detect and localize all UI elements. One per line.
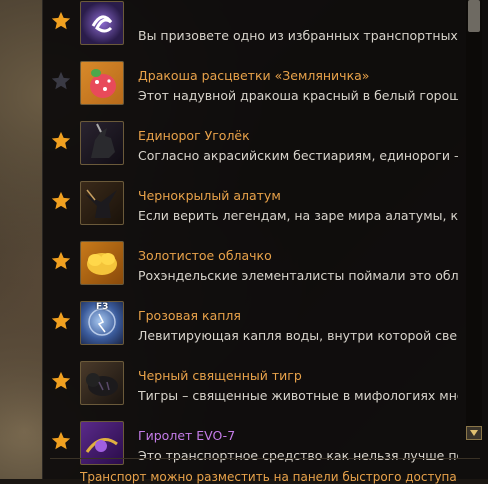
favorite-star-icon[interactable] <box>50 130 72 152</box>
favorite-star-icon[interactable] <box>50 370 72 392</box>
favorite-star-icon[interactable] <box>50 250 72 272</box>
mount-row[interactable]: Чернокрылый алатум Если верить легендам,… <box>42 166 462 226</box>
mount-name: Дракоша расцветки «Земляничка» <box>138 68 370 83</box>
mount-description: Это транспортное средство как нельзя луч… <box>138 448 458 463</box>
mount-row[interactable]: Дракоша расцветки «Земляничка» Этот наду… <box>42 46 462 106</box>
mount-name: Чернокрылый алатум <box>138 188 281 203</box>
scrollbar-track[interactable] <box>466 0 482 441</box>
favorite-star-icon[interactable] <box>50 10 72 32</box>
mount-description: Этот надувной дракоша красный в белый го… <box>138 88 458 103</box>
mount-row[interactable]: Золотистое облачко Рохэндельские элемент… <box>42 226 462 286</box>
chevron-down-icon <box>470 430 478 436</box>
favorite-star-icon[interactable] <box>50 430 72 452</box>
mount-thumb-alatum <box>80 181 124 225</box>
footer-hint: Транспорт можно разместить на панели быс… <box>80 470 457 484</box>
mount-thumb-tiger <box>80 361 124 405</box>
mount-row[interactable]: Грозовая капля Левитирующая капля воды, … <box>42 286 462 346</box>
scroll-down-button[interactable] <box>466 426 482 440</box>
mount-name: Черный священный тигр <box>138 368 302 383</box>
mount-row[interactable]: Единорог Уголёк Согласно акрасийским бес… <box>42 106 462 166</box>
favorite-star-icon[interactable] <box>50 190 72 212</box>
mount-row[interactable]: Гиролет EVO-7 Это транспортное средство … <box>42 406 462 466</box>
divider <box>50 458 480 459</box>
mount-description: Тигры – священные животные в мифологиях … <box>138 388 458 403</box>
mount-list: Вы призовете одно из избранных транспорт… <box>42 0 462 466</box>
mount-thumb-unicorn <box>80 121 124 165</box>
mount-thumb-cloud <box>80 241 124 285</box>
mount-description: Согласно акрасийским бестиариям, единоро… <box>138 148 458 163</box>
mount-description: Вы призовете одно из избранных транспорт… <box>138 28 458 43</box>
scrollbar-thumb[interactable] <box>468 0 480 32</box>
favorite-star-icon[interactable] <box>50 70 72 92</box>
mount-description: Рохэндельские элементалисты поймали это … <box>138 268 458 283</box>
favorite-star-icon[interactable] <box>50 310 72 332</box>
mount-name: Единорог Уголёк <box>138 128 250 143</box>
mount-row[interactable]: Вы призовете одно из избранных транспорт… <box>42 0 462 46</box>
mount-name: Грозовая капля <box>138 308 241 323</box>
mount-row[interactable]: Черный священный тигр Тигры – священные … <box>42 346 462 406</box>
mount-name: Золотистое облачко <box>138 248 272 263</box>
mount-thumb-strawberry-dragon <box>80 61 124 105</box>
hotkey-label: F3 <box>96 302 109 312</box>
mount-description: Если верить легендам, на заре мира алату… <box>138 208 458 223</box>
mount-description: Левитирующая капля воды, внутри которой … <box>138 328 458 343</box>
mount-thumb-portal <box>80 1 124 45</box>
mount-name: Гиролет EVO-7 <box>138 428 236 443</box>
